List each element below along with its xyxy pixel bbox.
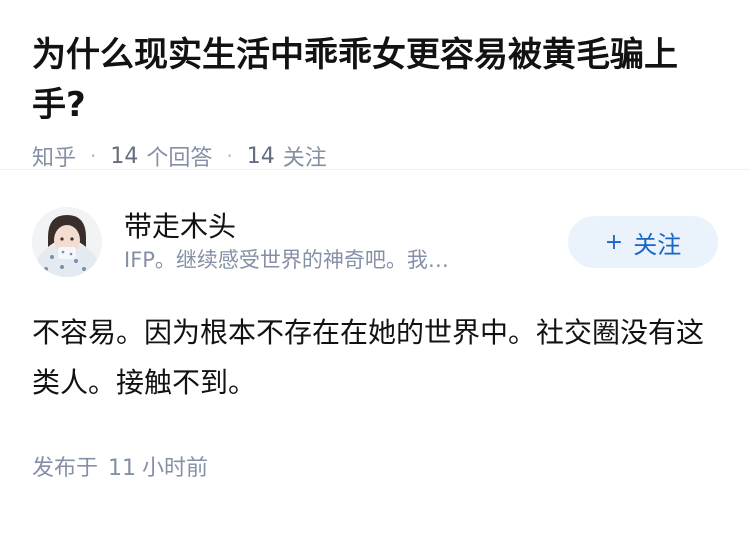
- avatar-image: [32, 207, 102, 277]
- question-header: 为什么现实生活中乖乖女更容易被黄毛骗上手? 知乎 · 14 个回答 · 14 关…: [0, 0, 750, 172]
- publish-time-prefix: 发布于: [32, 456, 99, 481]
- question-meta: 知乎 · 14 个回答 · 14 关注: [32, 140, 718, 172]
- follow-count: 14: [246, 143, 275, 169]
- source-label: 知乎: [32, 146, 77, 171]
- question-title[interactable]: 为什么现实生活中乖乖女更容易被黄毛骗上手?: [32, 30, 718, 130]
- author-row: 带走木头 IFP。继续感受世界的神奇吧。我… + 关注: [32, 204, 718, 280]
- answer-count: 14: [110, 143, 139, 169]
- follow-button-label: 关注: [633, 230, 682, 259]
- plus-icon: +: [604, 229, 624, 255]
- follow-button[interactable]: + 关注: [568, 216, 718, 268]
- answer-count-label: 个回答: [146, 146, 213, 171]
- author-info: 带走木头 IFP。继续感受世界的神奇吧。我…: [124, 209, 568, 275]
- follow-count-label: 关注: [282, 146, 327, 171]
- avatar[interactable]: [32, 207, 102, 277]
- answer-content[interactable]: 不容易。因为根本不存在在她的世界中。社交圈没有这类人。接触不到。: [32, 308, 718, 408]
- answer-card: 带走木头 IFP。继续感受世界的神奇吧。我… + 关注 不容易。因为根本不存在在…: [0, 170, 750, 482]
- author-bio: IFP。继续感受世界的神奇吧。我…: [124, 248, 449, 272]
- publish-time-suffix: 小时前: [142, 456, 209, 481]
- author-name[interactable]: 带走木头: [124, 209, 568, 245]
- page: 为什么现实生活中乖乖女更容易被黄毛骗上手? 知乎 · 14 个回答 · 14 关…: [0, 0, 750, 538]
- publish-time: 发布于 11 小时前: [32, 450, 718, 482]
- separator-dot: ·: [90, 144, 97, 168]
- separator-dot: ·: [226, 144, 233, 168]
- publish-time-value: 11: [108, 456, 137, 481]
